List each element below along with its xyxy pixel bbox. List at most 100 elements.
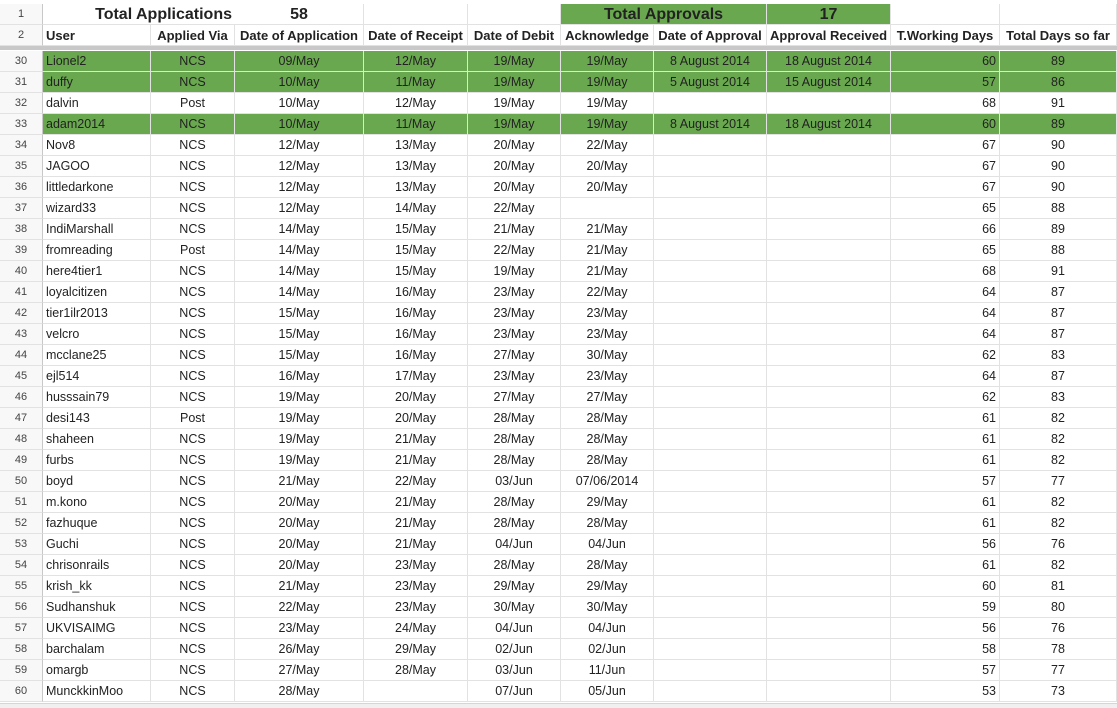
cell-total-days[interactable]: 76 [1000, 618, 1117, 639]
cell-date-of-application[interactable]: 12/May [235, 198, 364, 219]
cell-date-of-debit[interactable]: 27/May [468, 345, 561, 366]
cell-total-days[interactable]: 91 [1000, 261, 1117, 282]
cell-total-days[interactable]: 88 [1000, 198, 1117, 219]
cell-user[interactable]: MunckkinMoo [43, 681, 151, 702]
cell-total-days[interactable]: 83 [1000, 345, 1117, 366]
cell-date-of-receipt[interactable]: 23/May [364, 555, 468, 576]
cell-date-of-receipt[interactable]: 16/May [364, 282, 468, 303]
cell-applied-via[interactable]: NCS [151, 492, 235, 513]
cell-date-of-debit[interactable]: 07/Jun [468, 681, 561, 702]
row-number[interactable]: 60 [0, 681, 43, 702]
cell-approval-received[interactable] [767, 597, 891, 618]
cell-date-of-application[interactable]: 20/May [235, 534, 364, 555]
cell-date-of-application[interactable]: 20/May [235, 513, 364, 534]
row-number[interactable]: 2 [0, 25, 43, 46]
cell-date-of-approval[interactable] [654, 471, 767, 492]
cell-acknowledge[interactable]: 19/May [561, 51, 654, 72]
cell-date-of-debit[interactable]: 03/Jun [468, 471, 561, 492]
cell-date-of-debit[interactable]: 19/May [468, 93, 561, 114]
cell-date-of-approval[interactable] [654, 618, 767, 639]
row-number[interactable]: 38 [0, 219, 43, 240]
cell-approval-received[interactable] [767, 576, 891, 597]
cell-date-of-receipt[interactable]: 15/May [364, 261, 468, 282]
row-number[interactable]: 44 [0, 345, 43, 366]
cell-acknowledge[interactable]: 21/May [561, 261, 654, 282]
cell-date-of-receipt[interactable]: 23/May [364, 576, 468, 597]
cell-date-of-approval[interactable] [654, 240, 767, 261]
cell-date-of-receipt[interactable]: 17/May [364, 366, 468, 387]
row-number[interactable]: 39 [0, 240, 43, 261]
cell-date-of-approval[interactable]: 8 August 2014 [654, 114, 767, 135]
cell-date-of-approval[interactable] [654, 93, 767, 114]
row-number[interactable]: 52 [0, 513, 43, 534]
cell-total-days[interactable]: 78 [1000, 639, 1117, 660]
cell-acknowledge[interactable]: 20/May [561, 156, 654, 177]
cell-date-of-debit[interactable]: 04/Jun [468, 534, 561, 555]
cell-total-days[interactable]: 90 [1000, 177, 1117, 198]
row-number[interactable]: 43 [0, 324, 43, 345]
cell-working-days[interactable]: 57 [891, 660, 1000, 681]
cell-date-of-receipt[interactable]: 16/May [364, 345, 468, 366]
cell-user[interactable]: shaheen [43, 429, 151, 450]
cell-date-of-debit[interactable]: 20/May [468, 156, 561, 177]
cell-date-of-application[interactable]: 28/May [235, 681, 364, 702]
cell-working-days[interactable]: 61 [891, 450, 1000, 471]
cell-approval-received[interactable] [767, 513, 891, 534]
cell-date-of-debit[interactable]: 28/May [468, 513, 561, 534]
row-number[interactable]: 50 [0, 471, 43, 492]
cell-user[interactable]: tier1ilr2013 [43, 303, 151, 324]
cell-date-of-receipt[interactable]: 12/May [364, 51, 468, 72]
cell-total-days[interactable]: 87 [1000, 366, 1117, 387]
cell-working-days[interactable]: 62 [891, 345, 1000, 366]
cell-approval-received[interactable] [767, 156, 891, 177]
cell-date-of-application[interactable]: 12/May [235, 135, 364, 156]
cell-date-of-debit[interactable]: 27/May [468, 387, 561, 408]
cell-date-of-debit[interactable]: 04/Jun [468, 618, 561, 639]
cell-date-of-application[interactable]: 16/May [235, 366, 364, 387]
cell-acknowledge[interactable]: 20/May [561, 177, 654, 198]
cell-date-of-receipt[interactable]: 21/May [364, 450, 468, 471]
cell-date-of-application[interactable]: 19/May [235, 387, 364, 408]
cell-applied-via[interactable]: NCS [151, 303, 235, 324]
cell-applied-via[interactable]: NCS [151, 51, 235, 72]
cell-approval-received[interactable]: 18 August 2014 [767, 114, 891, 135]
cell-user[interactable]: furbs [43, 450, 151, 471]
cell-applied-via[interactable]: NCS [151, 471, 235, 492]
cell-approval-received[interactable] [767, 429, 891, 450]
row-number[interactable]: 31 [0, 72, 43, 93]
cell-date-of-application[interactable]: 20/May [235, 555, 364, 576]
cell-acknowledge[interactable]: 29/May [561, 492, 654, 513]
cell-date-of-application[interactable]: 19/May [235, 450, 364, 471]
empty-cell[interactable] [468, 4, 561, 25]
cell-working-days[interactable]: 60 [891, 114, 1000, 135]
empty-cell[interactable] [364, 4, 468, 25]
row-number[interactable]: 33 [0, 114, 43, 135]
summary-label-cell[interactable]: Total Applications [43, 4, 235, 25]
cell-user[interactable]: ejl514 [43, 366, 151, 387]
cell-acknowledge[interactable]: 04/Jun [561, 534, 654, 555]
cell-working-days[interactable]: 61 [891, 429, 1000, 450]
cell-working-days[interactable]: 58 [891, 639, 1000, 660]
cell-user[interactable]: omargb [43, 660, 151, 681]
empty-cell[interactable] [1000, 4, 1117, 25]
cell-applied-via[interactable]: Post [151, 93, 235, 114]
cell-user[interactable]: desi143 [43, 408, 151, 429]
cell-date-of-debit[interactable]: 20/May [468, 135, 561, 156]
frozen-rows-divider[interactable] [0, 46, 1117, 50]
cell-date-of-receipt[interactable]: 11/May [364, 72, 468, 93]
cell-total-days[interactable]: 82 [1000, 492, 1117, 513]
cell-approval-received[interactable] [767, 177, 891, 198]
cell-approval-received[interactable] [767, 471, 891, 492]
cell-date-of-approval[interactable] [654, 261, 767, 282]
cell-date-of-receipt[interactable]: 24/May [364, 618, 468, 639]
cell-acknowledge[interactable]: 23/May [561, 303, 654, 324]
cell-applied-via[interactable]: NCS [151, 135, 235, 156]
cell-acknowledge[interactable]: 29/May [561, 576, 654, 597]
cell-working-days[interactable]: 60 [891, 51, 1000, 72]
cell-date-of-approval[interactable] [654, 366, 767, 387]
cell-date-of-application[interactable]: 14/May [235, 282, 364, 303]
cell-date-of-application[interactable]: 12/May [235, 156, 364, 177]
cell-total-days[interactable]: 88 [1000, 240, 1117, 261]
row-number[interactable]: 49 [0, 450, 43, 471]
cell-applied-via[interactable]: NCS [151, 345, 235, 366]
